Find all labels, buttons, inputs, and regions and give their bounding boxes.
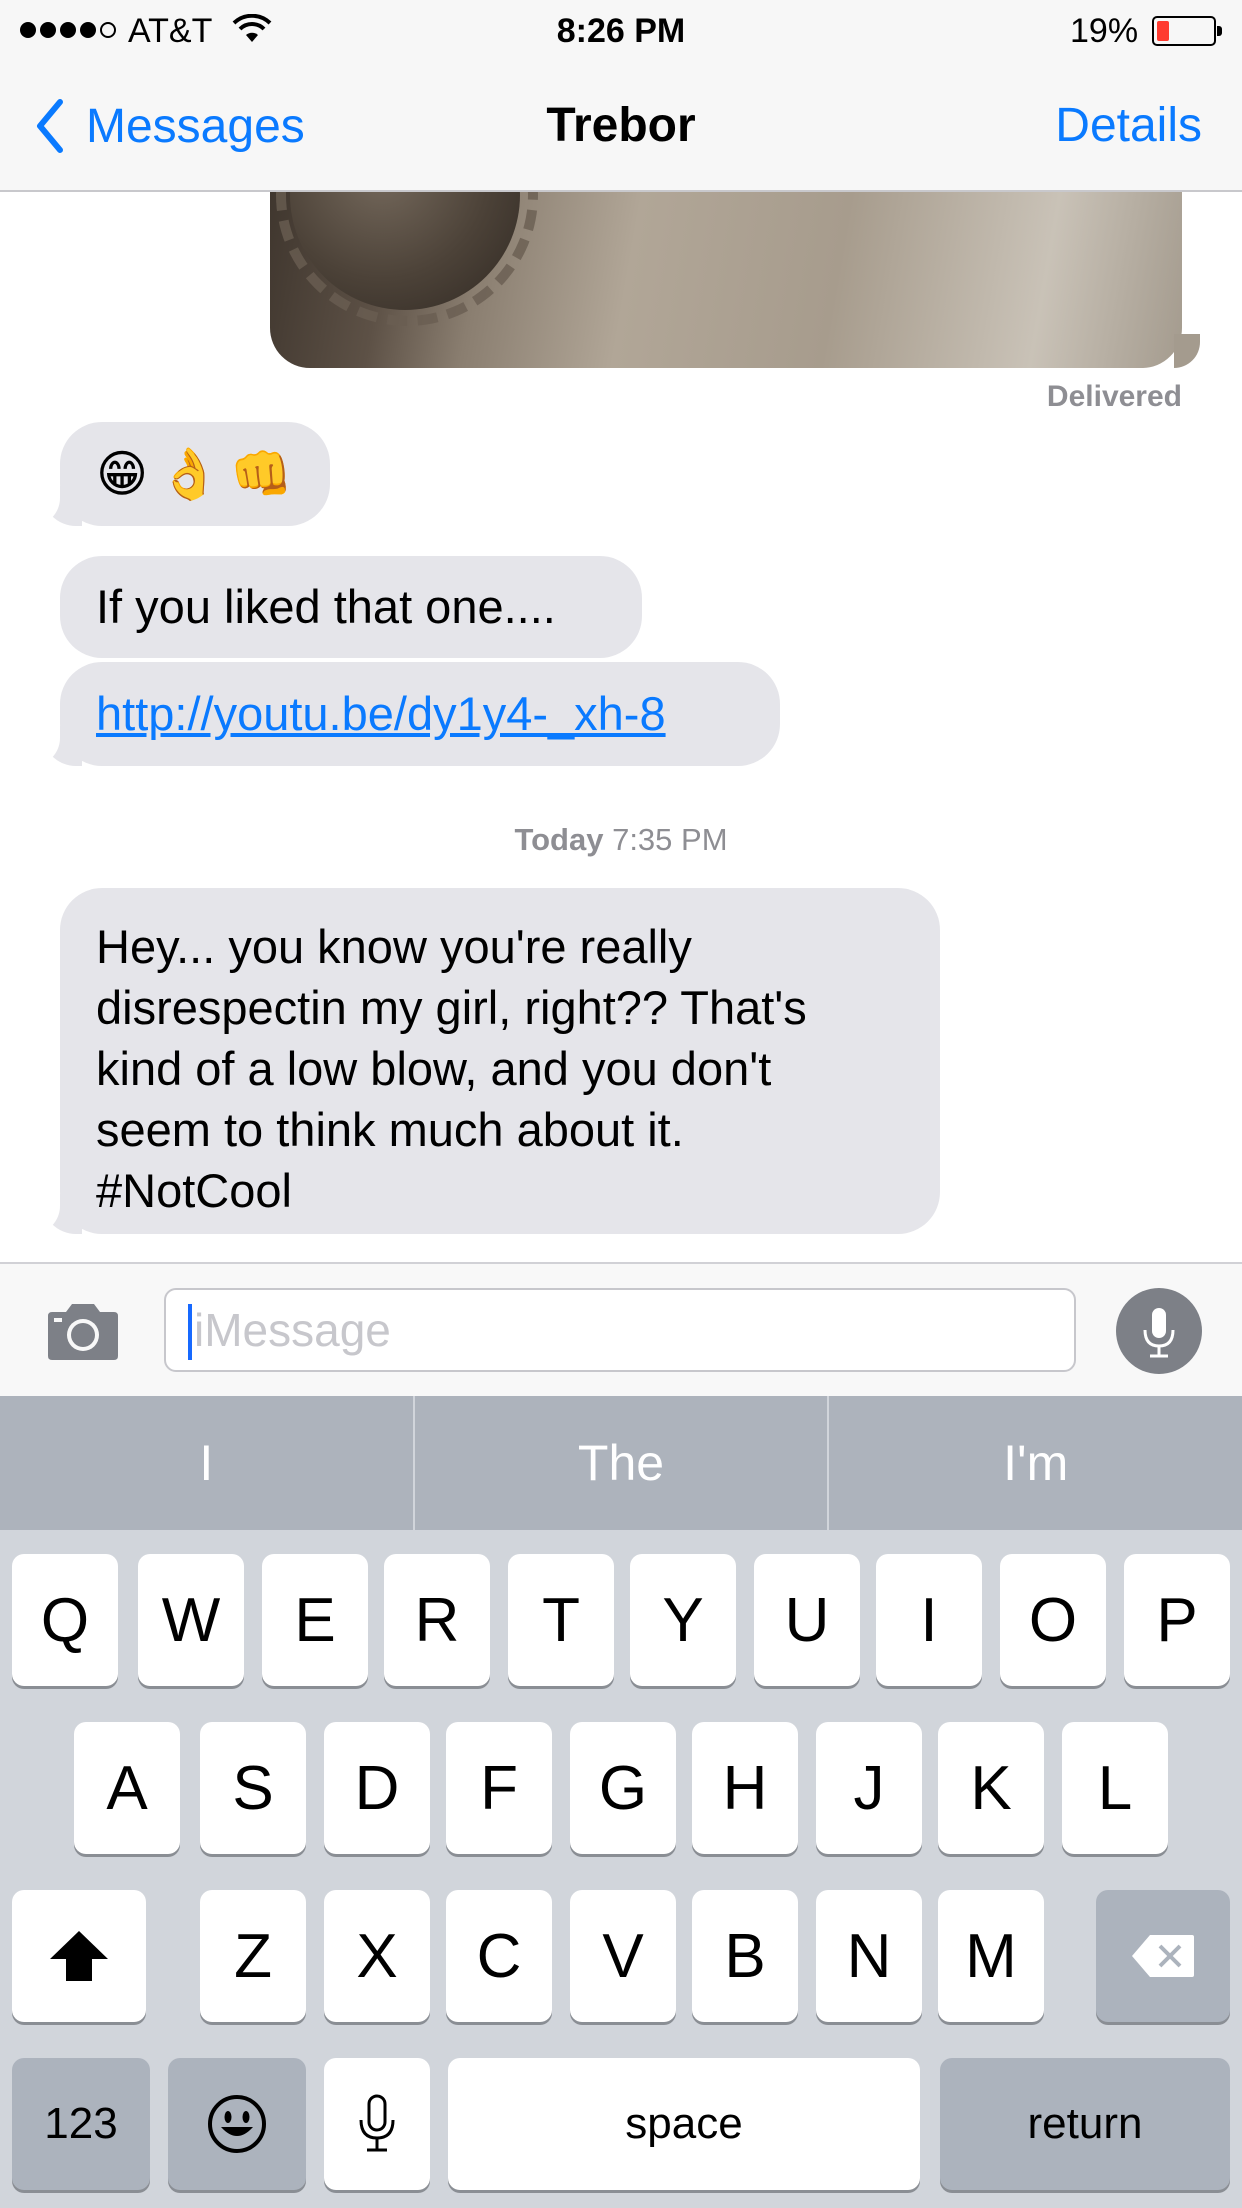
status-time: 8:26 PM bbox=[556, 12, 686, 50]
microphone-icon bbox=[359, 2094, 395, 2152]
emoji-key[interactable] bbox=[168, 2058, 306, 2190]
key-n[interactable]: N bbox=[816, 1890, 922, 2022]
key-q[interactable]: Q bbox=[12, 1554, 118, 1686]
suggestion-2[interactable]: The bbox=[415, 1396, 830, 1530]
message-bubble[interactable]: If you liked that one.... bbox=[60, 556, 642, 658]
key-b[interactable]: B bbox=[692, 1890, 798, 2022]
key-l[interactable]: L bbox=[1062, 1722, 1168, 1854]
suggestion-3[interactable]: I'm bbox=[829, 1396, 1242, 1530]
key-h[interactable]: H bbox=[692, 1722, 798, 1854]
dictation-key[interactable] bbox=[324, 2058, 430, 2190]
space-key[interactable]: space bbox=[448, 2058, 920, 2190]
timestamp-time: 7:35 PM bbox=[612, 822, 728, 857]
key-u[interactable]: U bbox=[754, 1554, 860, 1686]
message-timestamp: Today 7:35 PM bbox=[0, 822, 1242, 858]
message-bubble[interactable]: Hey... you know you're really disrespect… bbox=[60, 888, 940, 1234]
key-w[interactable]: W bbox=[138, 1554, 244, 1686]
key-e[interactable]: E bbox=[262, 1554, 368, 1686]
key-p[interactable]: P bbox=[1124, 1554, 1230, 1686]
nav-bar: Messages Trebor Details bbox=[0, 88, 1242, 168]
key-f[interactable]: F bbox=[446, 1722, 552, 1854]
backspace-icon bbox=[1132, 1935, 1194, 1977]
key-y[interactable]: Y bbox=[630, 1554, 736, 1686]
battery-percent: 19% bbox=[1070, 12, 1139, 50]
shift-key[interactable] bbox=[12, 1890, 146, 2022]
return-key[interactable]: return bbox=[940, 2058, 1230, 2190]
status-bar: AT&T 8:26 PM 19% bbox=[0, 0, 1242, 60]
key-c[interactable]: C bbox=[446, 1890, 552, 2022]
key-v[interactable]: V bbox=[570, 1890, 676, 2022]
key-i[interactable]: I bbox=[876, 1554, 982, 1686]
key-x[interactable]: X bbox=[324, 1890, 430, 2022]
key-r[interactable]: R bbox=[384, 1554, 490, 1686]
bubble-tail bbox=[1174, 334, 1200, 368]
battery-fill bbox=[1157, 21, 1169, 41]
key-t[interactable]: T bbox=[508, 1554, 614, 1686]
message-input-placeholder: iMessage bbox=[194, 1304, 391, 1356]
grimacing-emoji: 😁 bbox=[96, 446, 149, 502]
emoji-message-bubble[interactable]: 😁 👌 👊 bbox=[60, 422, 330, 526]
details-button[interactable]: Details bbox=[1055, 98, 1202, 153]
key-d[interactable]: D bbox=[324, 1722, 430, 1854]
key-j[interactable]: J bbox=[816, 1722, 922, 1854]
ok-hand-emoji: 👌 bbox=[158, 446, 221, 502]
fist-bump-emoji: 👊 bbox=[230, 446, 293, 502]
keyboard: I The I'm Q W E R T Y U I O P A S D F G … bbox=[0, 1396, 1242, 2208]
battery-icon bbox=[1152, 16, 1222, 46]
key-m[interactable]: M bbox=[938, 1890, 1044, 2022]
backspace-key[interactable] bbox=[1096, 1890, 1230, 2022]
numbers-key[interactable]: 123 bbox=[12, 2058, 150, 2190]
message-text: If you liked that one.... bbox=[96, 580, 556, 633]
camera-icon[interactable] bbox=[44, 1300, 122, 1362]
key-s[interactable]: S bbox=[200, 1722, 306, 1854]
suggestion-1[interactable]: I bbox=[0, 1396, 415, 1530]
shift-icon bbox=[50, 1931, 108, 1981]
message-input-bar: iMessage bbox=[0, 1262, 1242, 1396]
link-message-bubble[interactable]: http://youtu.be/dy1y4-_xh-8 bbox=[60, 662, 780, 766]
text-cursor bbox=[188, 1304, 192, 1360]
dictation-button[interactable] bbox=[1116, 1288, 1202, 1374]
navigation-header: AT&T 8:26 PM 19% Messages Trebor Details bbox=[0, 0, 1242, 192]
timestamp-day: Today bbox=[514, 822, 604, 857]
key-k[interactable]: K bbox=[938, 1722, 1044, 1854]
quicktype-bar: I The I'm bbox=[0, 1396, 1242, 1530]
key-a[interactable]: A bbox=[74, 1722, 180, 1854]
key-o[interactable]: O bbox=[1000, 1554, 1106, 1686]
message-input[interactable]: iMessage bbox=[164, 1288, 1076, 1372]
battery-nub bbox=[1217, 26, 1222, 36]
key-z[interactable]: Z bbox=[200, 1890, 306, 2022]
delivered-status: Delivered bbox=[1046, 380, 1182, 413]
key-g[interactable]: G bbox=[570, 1722, 676, 1854]
message-text: Hey... you know you're really disrespect… bbox=[96, 920, 807, 1217]
youtube-link[interactable]: http://youtu.be/dy1y4-_xh-8 bbox=[96, 684, 666, 744]
smiley-icon bbox=[208, 2095, 266, 2153]
microphone-icon bbox=[1143, 1308, 1175, 1358]
